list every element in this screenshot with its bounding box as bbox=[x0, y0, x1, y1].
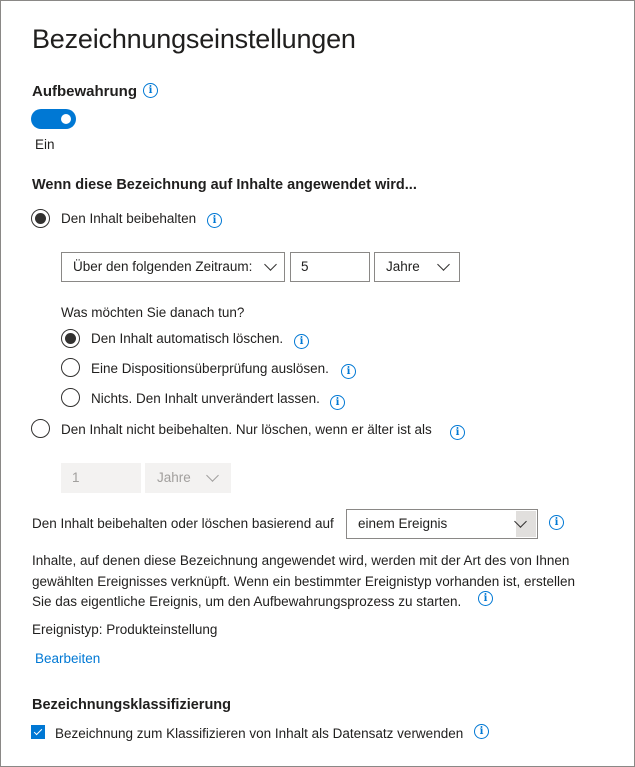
after-option-review-label: Eine Dispositionsüberprüfung auslösen. bbox=[91, 361, 329, 376]
delete-unit-value: Jahre bbox=[157, 470, 191, 485]
basis-label: Den Inhalt beibehalten oder löschen basi… bbox=[32, 516, 334, 531]
classification-info-icon[interactable]: i bbox=[474, 724, 489, 739]
period-number-input[interactable]: 5 bbox=[290, 252, 370, 282]
after-option-nothing-info-icon[interactable]: i bbox=[330, 395, 345, 410]
retention-toggle-state: Ein bbox=[35, 137, 55, 152]
edit-link[interactable]: Bearbeiten bbox=[35, 651, 100, 666]
period-unit-dropdown[interactable]: Jahre bbox=[374, 252, 460, 282]
after-option-delete-label: Den Inhalt automatisch löschen. bbox=[91, 331, 284, 346]
retention-toggle[interactable] bbox=[31, 109, 76, 129]
retention-info-icon[interactable]: i bbox=[143, 83, 158, 98]
basis-description-text: Inhalte, auf denen diese Bezeichnung ang… bbox=[32, 553, 576, 609]
chevron-down-icon bbox=[206, 469, 219, 482]
after-option-review-info-icon[interactable]: i bbox=[341, 364, 356, 379]
delete-unit-dropdown[interactable]: Jahre bbox=[145, 463, 231, 493]
keep-content-radio[interactable] bbox=[31, 209, 50, 228]
no-keep-info-icon[interactable]: i bbox=[450, 425, 465, 440]
no-keep-label: Den Inhalt nicht beibehalten. Nur lösche… bbox=[61, 422, 432, 437]
after-option-nothing-radio[interactable] bbox=[61, 388, 80, 407]
after-question: Was möchten Sie danach tun? bbox=[61, 305, 245, 320]
basis-dropdown-value: einem Ereignis bbox=[358, 516, 448, 531]
period-dropdown-value: Über den folgenden Zeitraum: bbox=[73, 259, 253, 274]
keep-content-info-icon[interactable]: i bbox=[207, 213, 222, 228]
delete-number-input[interactable]: 1 bbox=[61, 463, 141, 493]
applied-heading: Wenn diese Bezeichnung auf Inhalte angew… bbox=[32, 177, 417, 193]
page-title: Bezeichnungseinstellungen bbox=[32, 24, 356, 54]
checkmark-icon bbox=[33, 726, 43, 736]
classification-heading: Bezeichnungsklassifizierung bbox=[32, 697, 232, 713]
toggle-knob bbox=[61, 114, 71, 124]
after-option-review-radio[interactable] bbox=[61, 358, 80, 377]
event-type: Ereignistyp: Produkteinstellung bbox=[32, 622, 218, 637]
classification-checkbox-label: Bezeichnung zum Klassifizieren von Inhal… bbox=[55, 726, 464, 741]
basis-dropdown[interactable]: einem Ereignis bbox=[346, 509, 538, 539]
period-dropdown[interactable]: Über den folgenden Zeitraum: bbox=[61, 252, 285, 282]
basis-info-icon[interactable]: i bbox=[549, 515, 564, 530]
keep-content-label: Den Inhalt beibehalten bbox=[61, 211, 197, 226]
no-keep-radio[interactable] bbox=[31, 419, 50, 438]
after-option-delete-radio[interactable] bbox=[61, 329, 80, 348]
chevron-down-icon bbox=[264, 258, 277, 271]
classification-checkbox[interactable] bbox=[31, 725, 45, 739]
period-unit-value: Jahre bbox=[386, 259, 420, 274]
basis-description: Inhalte, auf denen diese Bezeichnung ang… bbox=[32, 551, 597, 613]
after-option-delete-info-icon[interactable]: i bbox=[294, 334, 309, 349]
retention-heading: Aufbewahrung bbox=[32, 83, 137, 100]
after-option-nothing-label: Nichts. Den Inhalt unverändert lassen. bbox=[91, 391, 320, 406]
chevron-down-icon bbox=[437, 258, 450, 271]
basis-description-info-icon[interactable]: i bbox=[478, 591, 493, 606]
